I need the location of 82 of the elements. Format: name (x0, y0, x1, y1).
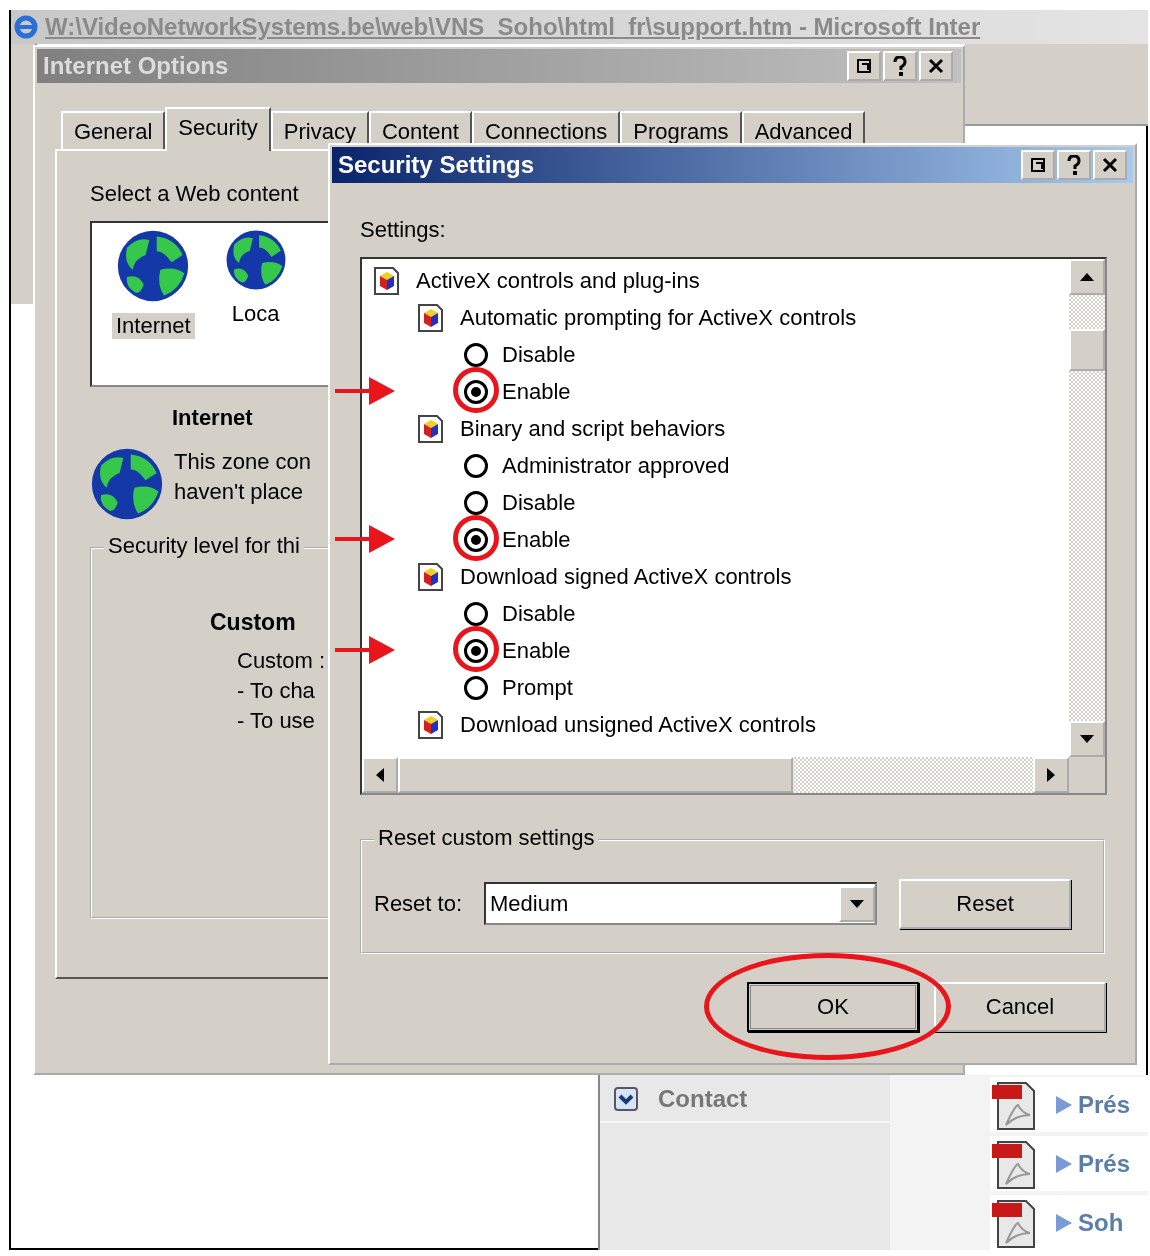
settings-page-icon (372, 264, 402, 297)
help-icon[interactable] (883, 51, 917, 81)
radio-label[interactable]: Prompt (502, 674, 573, 701)
setting-category: Download unsigned ActiveX controls (460, 711, 816, 738)
level-description: - To cha (237, 677, 315, 705)
radio-button[interactable] (464, 638, 488, 663)
caret-down-icon (850, 899, 865, 908)
radio-button[interactable] (464, 527, 488, 552)
vertical-scrollbar[interactable] (1069, 259, 1105, 757)
settings-label: Settings: (360, 217, 446, 242)
scroll-down-button[interactable] (1069, 721, 1105, 757)
scroll-up-button[interactable] (1069, 259, 1105, 295)
settings-list[interactable] (360, 257, 1107, 795)
radio-button[interactable] (464, 379, 488, 404)
settings-page-icon (416, 708, 446, 741)
tab[interactable]: Security (165, 107, 271, 151)
setting-category: Binary and script behaviors (460, 415, 726, 442)
radio-label[interactable]: Disable (502, 600, 576, 627)
cancel-button[interactable]: Cancel (934, 982, 1106, 1032)
radio-button[interactable] (464, 675, 488, 700)
radio-label[interactable]: Disable (502, 341, 576, 368)
radio-button[interactable] (464, 453, 488, 478)
close-icon[interactable] (1093, 150, 1127, 180)
window-title: W:\VideoNetworkSystems.be\web\VNS_Soho\html_fr\support.htm - Microsoft Inter (45, 13, 981, 41)
zone-item[interactable]: Loca (227, 301, 284, 327)
horizontal-scrollbar[interactable] (362, 757, 1069, 793)
radio-label[interactable]: Enable (502, 378, 571, 405)
settings-page-icon (416, 412, 446, 445)
dropdown-button[interactable] (839, 885, 876, 922)
globe-icon (224, 229, 287, 291)
window-title: Security Settings (338, 151, 535, 179)
restore-icon[interactable] (1021, 150, 1055, 180)
triangle-icon (1056, 1154, 1072, 1173)
radio-label[interactable]: Enable (502, 526, 571, 553)
setting-category: Automatic prompting for ActiveX controls (460, 304, 857, 331)
radio-label[interactable]: Disable (502, 489, 576, 516)
triangle-icon (1056, 1213, 1072, 1232)
globe-icon (116, 229, 191, 303)
radio-button[interactable] (464, 490, 488, 515)
ok-button[interactable]: OK (747, 982, 919, 1032)
reset-button[interactable]: Reset (899, 878, 1072, 929)
level-description: - To use (237, 707, 315, 735)
level-name: Custom (210, 609, 296, 635)
caret-right-icon (1047, 768, 1055, 782)
browser-logo-icon (13, 14, 39, 40)
scrollbar-corner (1069, 757, 1105, 793)
radio-button[interactable] (464, 342, 488, 367)
sidebar-item[interactable]: Contact (658, 1085, 748, 1113)
zone-name: Internet (172, 405, 253, 430)
settings-page-icon (416, 301, 446, 334)
zone-prompt: Select a Web content (90, 181, 299, 206)
close-icon[interactable] (919, 51, 953, 81)
scroll-thumb[interactable] (1069, 329, 1105, 371)
setting-category: Download signed ActiveX controls (460, 563, 792, 590)
radio-label[interactable]: Enable (502, 637, 571, 664)
reset-label: Reset to: (374, 890, 463, 917)
radio-button[interactable] (464, 601, 488, 626)
triangle-icon (1056, 1095, 1072, 1114)
checkbox-icon[interactable] (614, 1087, 638, 1111)
zone-description: This zone con (174, 448, 311, 476)
caret-left-icon (376, 768, 384, 782)
caret-down-icon (1080, 735, 1094, 743)
settings-page-icon (416, 560, 446, 593)
document-link[interactable]: Prés (1078, 1090, 1131, 1119)
zone-description: haven't place (174, 478, 303, 506)
reset-dropdown[interactable]: Medium (484, 882, 878, 925)
zone-item[interactable]: Internet (112, 313, 195, 339)
setting-category: ActiveX controls and plug-ins (416, 267, 700, 294)
globe-icon (90, 447, 164, 521)
scroll-thumb[interactable] (398, 757, 793, 793)
restore-icon[interactable] (847, 51, 881, 81)
tab[interactable]: Privacy (270, 111, 369, 149)
level-description: Custom : (237, 647, 326, 675)
scroll-right-button[interactable] (1033, 757, 1069, 793)
document-link[interactable]: Prés (1078, 1149, 1131, 1178)
tab[interactable]: General (61, 111, 166, 149)
window-title: Internet Options (43, 52, 229, 80)
scroll-left-button[interactable] (362, 757, 398, 793)
help-icon[interactable] (1057, 150, 1091, 180)
document-link[interactable]: Soh (1078, 1208, 1124, 1237)
caret-up-icon (1080, 273, 1094, 281)
radio-label[interactable]: Administrator approved (502, 452, 730, 479)
